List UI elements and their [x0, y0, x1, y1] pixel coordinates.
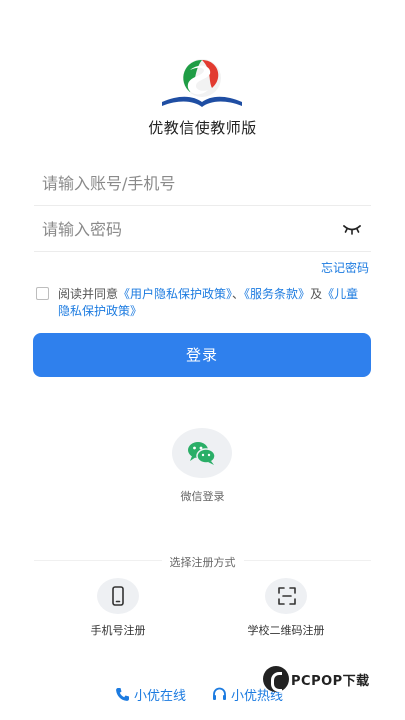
phone-register-label: 手机号注册: [90, 624, 146, 637]
watermark-text: PCPOP下载: [291, 674, 370, 689]
phone-register-button[interactable]: 手机号注册: [48, 578, 188, 638]
password-field: [34, 206, 371, 252]
watermark-logo: PCPOP下载: [263, 666, 389, 692]
register-title: 选择注册方式: [0, 554, 405, 570]
password-input[interactable]: [42, 214, 332, 244]
account-input[interactable]: [42, 168, 332, 198]
agreement-prefix: 阅读并同意: [58, 287, 119, 301]
agreement: 阅读并同意《用户隐私保护政策》、《服务条款》及《儿童隐私保护政策》: [36, 286, 370, 320]
terms-link[interactable]: 《服务条款》: [244, 287, 310, 301]
wechat-login-label: 微信登录: [180, 490, 225, 503]
phone-register-circle: [97, 578, 139, 614]
login-button[interactable]: 登录: [33, 333, 371, 377]
school-qr-register-button[interactable]: 学校二维码注册: [216, 578, 356, 638]
phone-icon: [112, 586, 124, 606]
register-title-text: 选择注册方式: [161, 556, 244, 569]
headset-icon: [213, 687, 226, 700]
account-field: [34, 160, 371, 206]
agreement-checkbox[interactable]: [36, 287, 49, 300]
wechat-login-button[interactable]: [172, 428, 232, 478]
agreement-separator: 、: [232, 287, 245, 301]
app-name: 优教信使教师版: [148, 119, 257, 137]
app-logo: [162, 59, 242, 107]
wechat-icon: [188, 442, 216, 465]
scan-icon: [278, 587, 296, 605]
phone-call-icon: [116, 688, 129, 701]
school-register-label: 学校二维码注册: [247, 624, 325, 637]
school-register-circle: [265, 578, 307, 614]
privacy-policy-link[interactable]: 《用户隐私保护政策》: [118, 287, 232, 301]
watermark-icon: [263, 666, 289, 692]
forgot-password-link[interactable]: 忘记密码: [321, 259, 369, 276]
online-service-link[interactable]: 小优在线: [115, 685, 186, 704]
eye-closed-icon[interactable]: [343, 223, 361, 235]
agreement-and: 及: [310, 287, 323, 301]
